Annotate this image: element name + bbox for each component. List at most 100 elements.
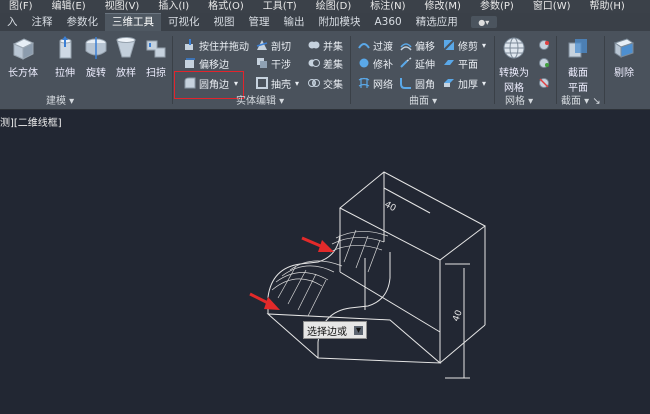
box-icon	[12, 38, 35, 60]
surface-panel-label[interactable]: 曲面 ▾	[409, 92, 437, 107]
mesh-refine-icon	[539, 58, 549, 68]
planar-label: 平面	[458, 59, 478, 71]
tab-annotate[interactable]: 注释	[25, 14, 60, 31]
panel-separator	[350, 36, 351, 104]
extend-button[interactable]: 延伸	[400, 55, 435, 71]
dimension-top-text: 40	[383, 200, 398, 214]
box-button[interactable]: 长方体	[8, 35, 38, 79]
trim-icon	[443, 39, 455, 51]
panel-separator	[494, 36, 495, 104]
tab-view[interactable]: 视图	[207, 14, 242, 31]
shell-label: 抽壳	[271, 79, 291, 91]
sweep-button[interactable]: 扫掠	[143, 35, 169, 79]
trim-label: 修剪	[458, 41, 478, 53]
mesh-panel-label[interactable]: 网格 ▾	[505, 92, 533, 107]
mesh-tool-2-button[interactable]	[538, 55, 553, 71]
mesh-tool-3-button[interactable]	[538, 75, 553, 91]
tab-parametric[interactable]: 参数化	[60, 14, 106, 31]
extrude-icon	[59, 36, 72, 59]
subtract-icon	[308, 59, 320, 67]
interfere-button[interactable]: 干涉	[256, 55, 291, 71]
tab-3d-tools[interactable]: 三维工具	[105, 13, 161, 31]
menu-file[interactable]: 图(F)	[0, 0, 43, 13]
extend-icon	[400, 57, 412, 68]
tab-output[interactable]: 输出	[277, 14, 312, 31]
extrude-label: 拉伸	[55, 68, 75, 79]
surface-fillet-button[interactable]: 圆角	[400, 75, 435, 91]
revolve-icon	[85, 37, 107, 59]
trim-button[interactable]: 修剪 ▾	[443, 37, 486, 53]
subtract-button[interactable]: 差集	[308, 55, 343, 71]
tall-block-top	[339, 171, 486, 261]
menu-tools[interactable]: 工具(T)	[254, 0, 307, 13]
menu-modify[interactable]: 修改(M)	[416, 0, 471, 13]
menu-window[interactable]: 窗口(W)	[524, 0, 581, 13]
slice-button[interactable]: 剖切	[256, 37, 291, 53]
tab-featured-apps[interactable]: 精选应用	[409, 14, 465, 31]
thicken-label: 加厚	[458, 79, 478, 91]
solid-edit-panel-label[interactable]: 实体编辑 ▾	[236, 92, 284, 107]
section-plane-button[interactable]: 截面 平面	[565, 35, 591, 94]
sweep-icon	[146, 40, 166, 58]
menu-view[interactable]: 视图(V)	[96, 0, 150, 13]
slice-icon	[256, 40, 268, 50]
thicken-button[interactable]: 加厚 ▾	[443, 75, 486, 91]
planar-button[interactable]: 平面	[443, 55, 478, 71]
presspull-icon	[185, 39, 193, 50]
tooltip-expand-button[interactable]: ▾	[354, 325, 363, 336]
modeling-panel-label[interactable]: 建模 ▾	[46, 92, 74, 107]
surface-offset-label: 偏移	[415, 41, 435, 53]
mesh-sphere-icon	[503, 37, 525, 59]
menu-draw[interactable]: 绘图(D)	[307, 0, 362, 13]
blend-button[interactable]: 过渡	[358, 37, 393, 53]
thicken-icon	[444, 79, 454, 87]
fillet-mesh	[271, 229, 389, 317]
surface-fillet-icon	[400, 78, 411, 89]
menu-help[interactable]: 帮助(H)	[581, 0, 635, 13]
menu-dimension[interactable]: 标注(N)	[361, 0, 415, 13]
cull-label: 剔除	[614, 68, 634, 79]
union-button[interactable]: 并集	[308, 37, 343, 53]
union-icon	[308, 41, 320, 49]
menu-format[interactable]: 格式(O)	[199, 0, 254, 13]
tab-a360[interactable]: A360	[368, 14, 409, 31]
front-profile-curve	[267, 208, 341, 298]
patch-button[interactable]: 修补	[358, 55, 393, 71]
intersect-button[interactable]: 交集	[308, 75, 343, 91]
convert-label: 转换为	[499, 68, 529, 79]
tab-addins[interactable]: 附加模块	[312, 14, 368, 31]
shell-button[interactable]: 抽壳 ▾	[256, 75, 299, 91]
tab-visualize[interactable]: 可视化	[161, 14, 207, 31]
loft-button[interactable]: 放样	[113, 35, 139, 79]
tab-insert[interactable]: 入	[0, 14, 25, 31]
extrude-button[interactable]: 拉伸	[52, 35, 78, 79]
section-plane-icon	[568, 39, 587, 58]
section-panel-label[interactable]: 截面 ▾ ↘	[561, 92, 601, 107]
menu-edit[interactable]: 编辑(E)	[43, 0, 96, 13]
convert-to-mesh-button[interactable]: 转换为 网格	[499, 35, 529, 94]
cull-icon	[613, 38, 635, 58]
cull-button[interactable]: 剔除	[611, 35, 637, 79]
offset-edge-icon	[185, 58, 195, 68]
network-button[interactable]: 网络	[358, 75, 393, 91]
annotation-arrow	[249, 292, 280, 310]
drawing-canvas[interactable]: 40 40	[0, 109, 650, 414]
ribbon-tab-bar: 入 注释 参数化 三维工具 可视化 视图 管理 输出 附加模块 A360 精选应…	[0, 13, 650, 31]
presspull-button[interactable]: 按住并拖动	[184, 37, 249, 53]
revolve-button[interactable]: 旋转	[83, 35, 109, 79]
shell-icon	[256, 77, 268, 89]
surface-offset-icon	[400, 43, 412, 51]
menu-parameter[interactable]: 参数(P)	[471, 0, 524, 13]
patch-label: 修补	[373, 59, 393, 71]
mesh-tool-1-button[interactable]	[538, 37, 553, 53]
surface-offset-button[interactable]: 偏移	[400, 37, 435, 53]
panel-separator	[604, 36, 605, 104]
menu-insert[interactable]: 插入(I)	[149, 0, 199, 13]
ribbon-toggle-button[interactable]: ●▾	[470, 16, 497, 28]
slice-label: 剖切	[271, 41, 291, 53]
tab-manage[interactable]: 管理	[242, 14, 277, 31]
offset-edge-button[interactable]: 偏移边	[184, 55, 229, 71]
model-edge	[439, 324, 486, 364]
revolve-label: 旋转	[86, 68, 106, 79]
dimension-side-text: 40	[451, 309, 464, 323]
